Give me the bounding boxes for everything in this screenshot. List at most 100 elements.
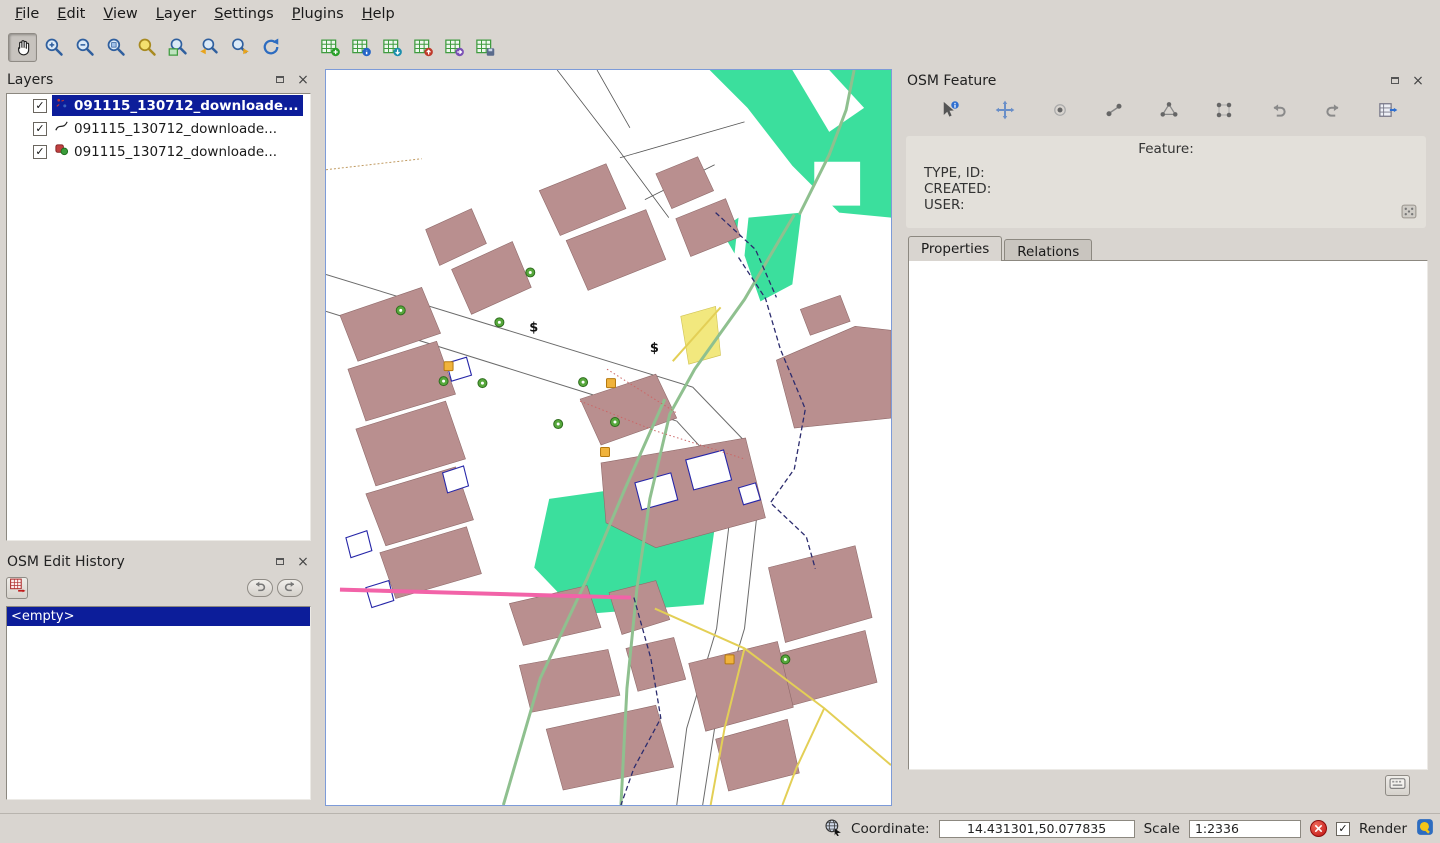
history-table-button[interactable] <box>6 577 28 599</box>
create-polygon-icon <box>1159 100 1179 124</box>
layer-3-checkbox[interactable]: ✓ <box>33 145 47 159</box>
pan-tool-button[interactable] <box>8 33 37 62</box>
tab-relations[interactable]: Relations <box>1004 239 1092 261</box>
feature-type-id-label: TYPE, ID: <box>924 165 1414 181</box>
create-point-icon <box>1050 100 1070 124</box>
point-layer-icon <box>54 96 69 115</box>
load-osm-button[interactable] <box>315 33 344 62</box>
feature-redo-button[interactable] <box>1319 99 1347 125</box>
upload-osm-icon <box>413 37 433 57</box>
tab-properties[interactable]: Properties <box>908 236 1002 261</box>
check-icon: ✓ <box>35 123 44 134</box>
layer-3-label: 091115_130712_downloade... <box>74 144 277 160</box>
create-line-button[interactable] <box>1100 99 1128 125</box>
feature-panel-title: OSM Feature <box>907 73 1388 89</box>
layer-1-label: 091115_130712_downloade... <box>74 98 298 114</box>
layer-2-checkbox[interactable]: ✓ <box>33 122 47 136</box>
upload-osm-button[interactable] <box>408 33 437 62</box>
menu-help[interactable]: Help <box>353 3 404 25</box>
layer-row-1[interactable]: ✓ 091115_130712_downloade... <box>7 94 310 117</box>
float-icon <box>276 558 284 565</box>
history-float-button[interactable] <box>273 555 287 569</box>
layers-panel-header: Layers × <box>0 69 317 90</box>
history-close-button[interactable]: × <box>296 555 310 569</box>
layers-panel-title: Layers <box>7 72 273 88</box>
osm-edit-history-panel: OSM Edit History × <empty> <box>0 551 317 806</box>
coordinate-input[interactable] <box>939 820 1135 838</box>
save-osm-button[interactable] <box>470 33 499 62</box>
close-icon: × <box>297 555 309 569</box>
create-relation-button[interactable] <box>1210 99 1238 125</box>
main-toolbar <box>0 27 1440 67</box>
properties-table[interactable] <box>908 260 1428 770</box>
layer-row-3[interactable]: ✓ 091115_130712_downloade... <box>7 140 310 163</box>
zoom-last-icon <box>199 37 219 57</box>
stop-render-button[interactable] <box>1310 820 1327 837</box>
zoom-in-button[interactable] <box>39 33 68 62</box>
feature-tabs: Properties Relations <box>908 236 1094 261</box>
status-bar: Coordinate: Scale ✓ Render <box>0 813 1440 843</box>
close-icon: × <box>1412 74 1424 88</box>
redo-icon <box>1324 101 1342 123</box>
render-label: Render <box>1359 821 1407 837</box>
feature-table-button[interactable] <box>1374 99 1402 125</box>
render-checkbox[interactable]: ✓ <box>1336 822 1350 836</box>
layer-row-2[interactable]: ✓ 091115_130712_downloade... <box>7 117 310 140</box>
load-osm-icon <box>320 37 340 57</box>
layer-1-checkbox[interactable]: ✓ <box>33 99 47 113</box>
feature-created-label: CREATED: <box>924 181 1414 197</box>
globe-cursor-icon[interactable] <box>824 818 842 840</box>
map-canvas[interactable]: $$ <box>325 69 892 806</box>
check-icon: ✓ <box>35 100 44 111</box>
zoom-full-icon <box>137 37 157 57</box>
import-osm-icon <box>444 37 464 57</box>
map-svg: $$ <box>326 70 891 805</box>
history-list[interactable]: <empty> <box>6 606 311 800</box>
layers-panel: Layers × ✓ 091115_130712_downloade... ✓ … <box>0 69 317 547</box>
history-undo-button[interactable] <box>247 579 273 597</box>
zoom-out-button[interactable] <box>70 33 99 62</box>
menu-file[interactable]: File <box>6 3 48 25</box>
create-polygon-button[interactable] <box>1155 99 1183 125</box>
zoom-selection-button[interactable] <box>101 33 130 62</box>
create-point-button[interactable] <box>1046 99 1074 125</box>
history-toolbar <box>6 574 311 601</box>
layers-close-button[interactable]: × <box>296 73 310 87</box>
menu-view[interactable]: View <box>94 3 146 25</box>
zoom-full-button[interactable] <box>132 33 161 62</box>
qgis-icon[interactable] <box>1416 818 1434 840</box>
osm-feature-info-button[interactable] <box>346 33 375 62</box>
layers-float-button[interactable] <box>273 73 287 87</box>
scale-label: Scale <box>1144 821 1180 837</box>
zoom-to-layer-button[interactable] <box>163 33 192 62</box>
create-line-icon <box>1104 100 1124 124</box>
refresh-button[interactable] <box>256 33 285 62</box>
history-row-empty[interactable]: <empty> <box>7 607 310 626</box>
feature-close-button[interactable]: × <box>1411 74 1425 88</box>
move-feature-button[interactable] <box>991 99 1019 125</box>
menu-plugins[interactable]: Plugins <box>283 3 353 25</box>
zoom-in-icon <box>44 37 64 57</box>
layers-list[interactable]: ✓ 091115_130712_downloade... ✓ 091115_13… <box>6 93 311 541</box>
hand-icon <box>13 37 33 57</box>
feature-label: Feature: <box>918 141 1414 157</box>
history-redo-button[interactable] <box>277 579 303 597</box>
zoom-out-icon <box>75 37 95 57</box>
zoom-next-button[interactable] <box>225 33 254 62</box>
download-osm-button[interactable] <box>377 33 406 62</box>
menu-edit[interactable]: Edit <box>48 3 94 25</box>
undo-icon <box>253 579 267 597</box>
menu-settings[interactable]: Settings <box>205 3 283 25</box>
import-osm-button[interactable] <box>439 33 468 62</box>
feature-info-box: Feature: TYPE, ID: CREATED: USER: <box>906 136 1426 228</box>
menu-bar: File Edit View Layer Settings Plugins He… <box>0 0 1440 27</box>
identify-feature-button[interactable] <box>936 99 964 125</box>
scale-input[interactable] <box>1189 820 1301 838</box>
menu-layer[interactable]: Layer <box>147 3 205 25</box>
feature-undo-button[interactable] <box>1265 99 1293 125</box>
feature-float-button[interactable] <box>1388 74 1402 88</box>
polygon-layer-icon <box>54 142 69 161</box>
key-value-button[interactable] <box>1385 775 1410 796</box>
history-table-icon <box>9 577 26 598</box>
zoom-last-button[interactable] <box>194 33 223 62</box>
